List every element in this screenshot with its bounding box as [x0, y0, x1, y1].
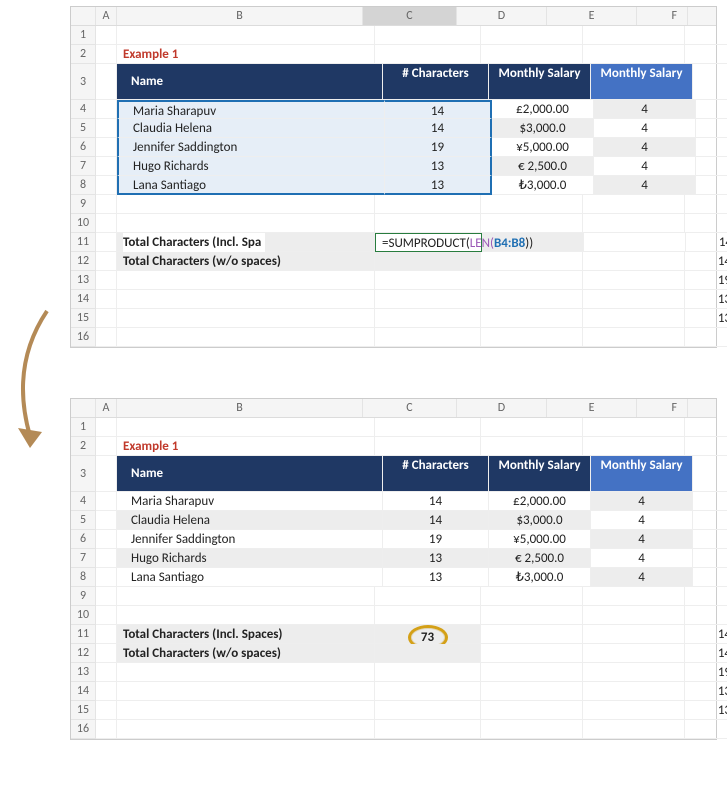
cell[interactable] [481, 26, 583, 45]
cell-chars[interactable]: 14 [385, 100, 492, 119]
select-all-corner[interactable] [71, 7, 96, 25]
cell[interactable] [117, 26, 375, 45]
table-header-salary[interactable]: Monthly Salary [489, 64, 591, 100]
total-chars-result-cell[interactable]: 73 [375, 625, 481, 644]
table-row: 8 Lana Santiago 13 ₺3,000.0 4 [71, 176, 716, 195]
formula-text: =SUMPRODUCT(LEN(B4:B8)) [382, 236, 533, 251]
table-row: 4Maria Sharapuv14£2,000.004 [71, 492, 716, 511]
table-row: 5 Claudia Helena 14 $3,000.0 4 [71, 119, 716, 138]
cell[interactable] [685, 26, 727, 45]
table-row: 7 Hugo Richards 13 € 2,500.0 4 [71, 157, 716, 176]
total-chars-incl-label[interactable]: Total Characters (Incl. Spa [117, 233, 375, 252]
total-chars-wo-label[interactable]: Total Characters (w/o spaces) [117, 644, 375, 663]
table-row: 5Claudia Helena14$3,000.04 [71, 511, 716, 530]
cell[interactable] [96, 26, 117, 45]
spreadsheet-before: A B C D E F 1 2 Example 1 3 Name # Charac… [70, 6, 717, 348]
table-header-name[interactable]: Name [117, 64, 383, 100]
table-row: 6 Jennifer Saddington 19 ¥5,000.00 4 [71, 138, 716, 157]
example-title[interactable]: Example 1 [117, 45, 375, 64]
col-header-a[interactable]: A [96, 7, 117, 25]
column-headers: A B C D E F [71, 7, 716, 26]
arrow-icon [2, 306, 72, 456]
side-val[interactable]: 14 [686, 233, 727, 252]
table-row: 8Lana Santiago13₺3,000.04 [71, 568, 716, 587]
cell[interactable] [375, 26, 481, 45]
row-header[interactable]: 3 [71, 64, 96, 100]
row-header[interactable]: 1 [71, 26, 96, 45]
formula-editing-cell[interactable]: =SUMPRODUCT(LEN(B4:B8)) [375, 233, 482, 252]
col-header-d[interactable]: D [457, 7, 547, 25]
col-header-c[interactable]: C [363, 7, 457, 25]
example-title[interactable]: Example 1 [117, 437, 375, 456]
cell-name[interactable]: Maria Sharapuv [117, 100, 385, 119]
cell[interactable] [583, 26, 685, 45]
cell-salary2[interactable]: 4 [594, 100, 696, 119]
table-row: 6Jennifer Saddington19¥5,000.004 [71, 530, 716, 549]
table-header-salary2[interactable]: Monthly Salary [591, 64, 693, 100]
column-headers: A B C D E F [71, 399, 716, 418]
select-all-corner[interactable] [71, 399, 96, 417]
spreadsheet-after: A B C D E F 1 2Example 1 3 Name # Charac… [70, 398, 717, 740]
col-header-e[interactable]: E [547, 7, 637, 25]
table-row: 4 Maria Sharapuv 14 £2,000.00 4 [71, 100, 716, 119]
table-row: 7Hugo Richards13€ 2,500.04 [71, 549, 716, 568]
row-header[interactable]: 2 [71, 45, 96, 64]
total-chars-incl-label[interactable]: Total Characters (Incl. Spaces) [117, 625, 375, 644]
cell-salary[interactable]: £2,000.00 [492, 100, 594, 119]
col-header-b[interactable]: B [117, 7, 363, 25]
total-chars-wo-label[interactable]: Total Characters (w/o spaces) [117, 252, 375, 271]
table-header-chars[interactable]: # Characters [383, 64, 489, 100]
col-header-f[interactable]: F [637, 7, 688, 25]
